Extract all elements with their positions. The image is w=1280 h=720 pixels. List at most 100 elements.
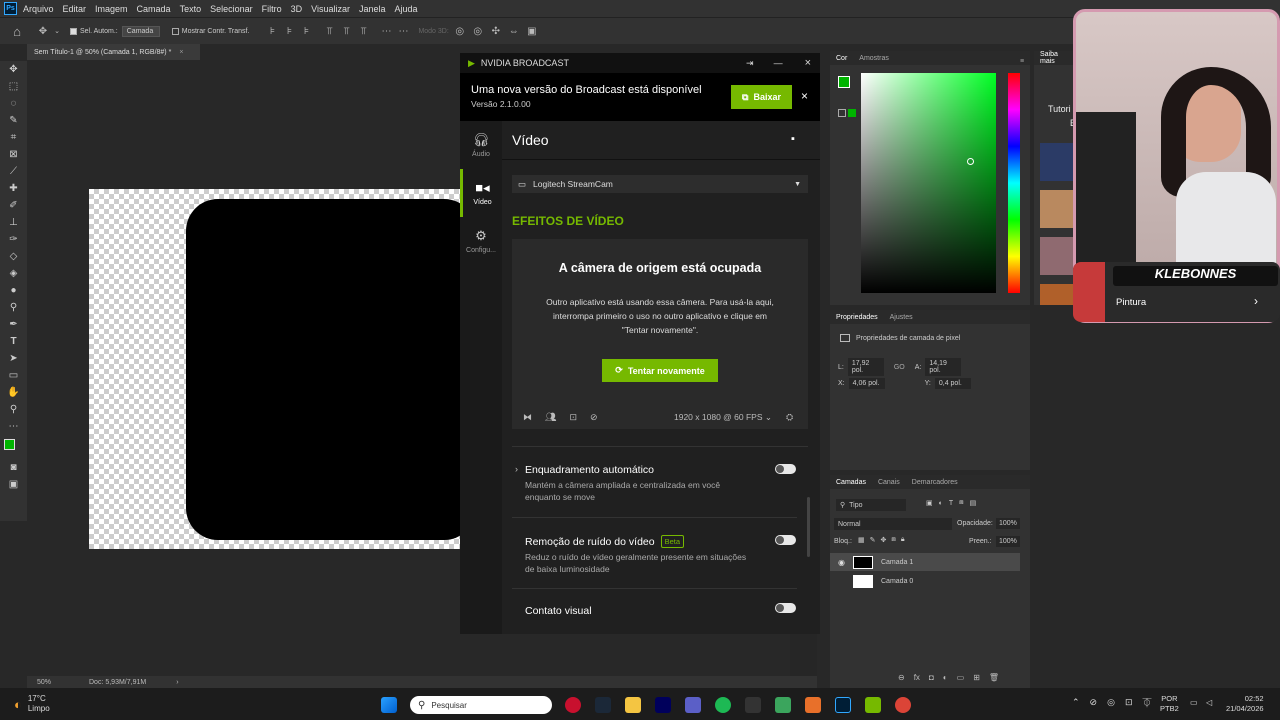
screen-mode-icon[interactable]: ▣ bbox=[0, 476, 27, 493]
align-top-icon[interactable]: ⫪ bbox=[322, 25, 336, 37]
menu-3d[interactable]: 3D bbox=[291, 4, 303, 14]
3d-roll-icon[interactable]: ◎ bbox=[471, 25, 485, 37]
weather-icon[interactable]: ◐ bbox=[14, 697, 22, 712]
menu-editar[interactable]: Editar bbox=[63, 4, 87, 14]
panel-menu-icon[interactable]: ≡ bbox=[1020, 58, 1024, 65]
link-icon[interactable]: GO bbox=[894, 364, 905, 371]
menu-camada[interactable]: Camada bbox=[137, 4, 171, 14]
align-center-icon[interactable]: ⊧ bbox=[282, 25, 296, 37]
pen-tool-icon[interactable]: ✒ bbox=[0, 316, 27, 333]
menu-filtro[interactable]: Filtro bbox=[262, 4, 282, 14]
feedback-icon[interactable]: ▪ bbox=[791, 133, 795, 145]
folder-icon[interactable] bbox=[625, 697, 641, 713]
microphone-icon[interactable]: ⏁ bbox=[1143, 696, 1152, 709]
auto-select-dropdown[interactable]: Camada bbox=[121, 25, 160, 37]
tutorial-thumbnail[interactable] bbox=[1040, 190, 1074, 228]
tab-canais[interactable]: Canais bbox=[878, 479, 900, 486]
align-left-icon[interactable]: ⊧ bbox=[265, 25, 279, 37]
tray-icon[interactable]: ⊘ bbox=[1090, 697, 1098, 708]
fx-icon[interactable]: fx bbox=[914, 673, 920, 682]
language-indicator[interactable]: POR PTB2 bbox=[1160, 694, 1179, 714]
3d-rotate-icon[interactable]: ◎ bbox=[453, 25, 467, 37]
app-icon[interactable] bbox=[775, 697, 791, 713]
eye-icon[interactable]: ◉ bbox=[838, 558, 845, 567]
chrome-icon[interactable] bbox=[895, 697, 911, 713]
close-icon[interactable]: × bbox=[179, 49, 183, 56]
align-bottom-icon[interactable]: ⫪ bbox=[356, 25, 370, 37]
tab-ajustes[interactable]: Ajustes bbox=[890, 314, 913, 321]
epic-icon[interactable] bbox=[745, 697, 761, 713]
auto-frame-toggle[interactable] bbox=[775, 464, 796, 474]
hand-tool-icon[interactable]: ✋ bbox=[0, 384, 27, 401]
show-transform-checkbox[interactable] bbox=[171, 27, 179, 35]
menu-ajuda[interactable]: Ajuda bbox=[395, 4, 418, 14]
trash-icon[interactable]: 🗑︎ bbox=[989, 673, 999, 682]
fill-input[interactable]: 100% bbox=[996, 536, 1020, 547]
x-input[interactable]: 4,06 pol. bbox=[848, 378, 885, 389]
stamp-tool-icon[interactable]: ⊥ bbox=[0, 214, 27, 231]
web-safe-icon[interactable] bbox=[838, 109, 846, 117]
chevron-right-icon[interactable]: › bbox=[176, 679, 178, 686]
chevron-up-icon[interactable]: ⌃ bbox=[1072, 697, 1080, 708]
more-options-icon[interactable]: ⋯ bbox=[396, 25, 410, 37]
blur-tool-icon[interactable]: ● bbox=[0, 282, 27, 299]
eye-contact-toggle[interactable] bbox=[775, 603, 796, 613]
blend-mode-dropdown[interactable]: Normal bbox=[834, 518, 952, 530]
crop-tool-icon[interactable]: ⌗ bbox=[0, 129, 27, 146]
lock-move-icon[interactable]: ✥ bbox=[881, 536, 887, 544]
windows-start-icon[interactable] bbox=[381, 697, 397, 713]
layer-row[interactable]: Camada 0 bbox=[830, 572, 1020, 590]
sign-in-icon[interactable]: ⇥ bbox=[746, 58, 754, 69]
volume-icon[interactable]: ◁ bbox=[1206, 698, 1212, 707]
camera-settings-icon[interactable]: ⛭ bbox=[786, 412, 793, 423]
color-swatches[interactable] bbox=[0, 435, 27, 459]
path-select-icon[interactable]: ➤ bbox=[0, 350, 27, 367]
document-tab[interactable]: Sem Título-1 @ 50% (Camada 1, RGB/8#) * … bbox=[27, 44, 200, 60]
menu-selecionar[interactable]: Selecionar bbox=[210, 4, 253, 14]
tutorial-thumbnail[interactable] bbox=[1040, 143, 1074, 181]
opera-icon[interactable] bbox=[565, 697, 581, 713]
tab-demarcadores[interactable]: Demarcadores bbox=[912, 479, 958, 486]
weather-widget[interactable]: 17°C Limpo bbox=[28, 694, 50, 714]
align-right-icon[interactable]: ⊧ bbox=[299, 25, 313, 37]
spotify-icon[interactable] bbox=[715, 697, 731, 713]
layer-name[interactable]: Camada 1 bbox=[881, 559, 913, 566]
y-input[interactable]: 0,4 pol. bbox=[934, 378, 971, 389]
frame-tool-icon[interactable]: ⊠ bbox=[0, 146, 27, 163]
sidebar-item-video[interactable]: ■◂ Vídeo bbox=[460, 169, 502, 217]
width-input[interactable]: 17,92 pol. bbox=[847, 358, 884, 376]
chevron-down-icon[interactable]: ⌄ bbox=[50, 25, 64, 37]
layer-name[interactable]: Camada 0 bbox=[881, 578, 913, 585]
eyedropper-tool-icon[interactable]: ⟋ bbox=[0, 163, 27, 180]
adjust-filter-icon[interactable]: ◐ bbox=[939, 500, 943, 507]
type-filter-icon[interactable]: T bbox=[949, 500, 953, 507]
lock-brush-icon[interactable]: ✎ bbox=[870, 536, 876, 544]
smart-filter-icon[interactable]: ▤ bbox=[970, 499, 977, 507]
users-icon[interactable]: 👥︎ bbox=[545, 412, 556, 423]
group-icon[interactable]: ▭ bbox=[957, 673, 965, 682]
sidebar-item-settings[interactable]: ⚙ Configu... bbox=[460, 217, 502, 265]
eraser-tool-icon[interactable]: ◇ bbox=[0, 248, 27, 265]
foreground-swatch[interactable] bbox=[838, 76, 850, 88]
tab-cor[interactable]: Cor bbox=[836, 55, 847, 62]
3d-slide-icon[interactable]: ⇔ bbox=[507, 25, 521, 37]
shape-tool-icon[interactable]: ▭ bbox=[0, 367, 27, 384]
lock-transparent-icon[interactable]: ▦ bbox=[858, 536, 865, 544]
lock-all-icon[interactable]: 🔒︎ bbox=[901, 536, 905, 544]
teams-icon[interactable] bbox=[685, 697, 701, 713]
photoshop-taskbar-icon[interactable] bbox=[835, 697, 851, 713]
brush-tool-icon[interactable]: ✐ bbox=[0, 197, 27, 214]
image-filter-icon[interactable]: ▣ bbox=[926, 499, 933, 507]
search-bar[interactable]: ⚲ Pesquisar bbox=[410, 696, 552, 714]
menu-janela[interactable]: Janela bbox=[359, 4, 386, 14]
hue-slider[interactable] bbox=[1008, 73, 1020, 293]
lasso-tool-icon[interactable]: ◌ bbox=[0, 95, 27, 112]
history-brush-icon[interactable]: ✑ bbox=[0, 231, 27, 248]
tray-icon[interactable]: ◎ bbox=[1107, 697, 1115, 708]
split-view-icon[interactable]: ⧓ bbox=[523, 412, 532, 423]
hide-preview-icon[interactable]: ⊘ bbox=[590, 412, 598, 423]
auto-select-checkbox[interactable] bbox=[70, 27, 77, 35]
healing-tool-icon[interactable]: ✚ bbox=[0, 180, 27, 197]
download-button[interactable]: ⧉ Baixar bbox=[731, 85, 792, 109]
quick-select-tool-icon[interactable]: ✎ bbox=[0, 112, 27, 129]
